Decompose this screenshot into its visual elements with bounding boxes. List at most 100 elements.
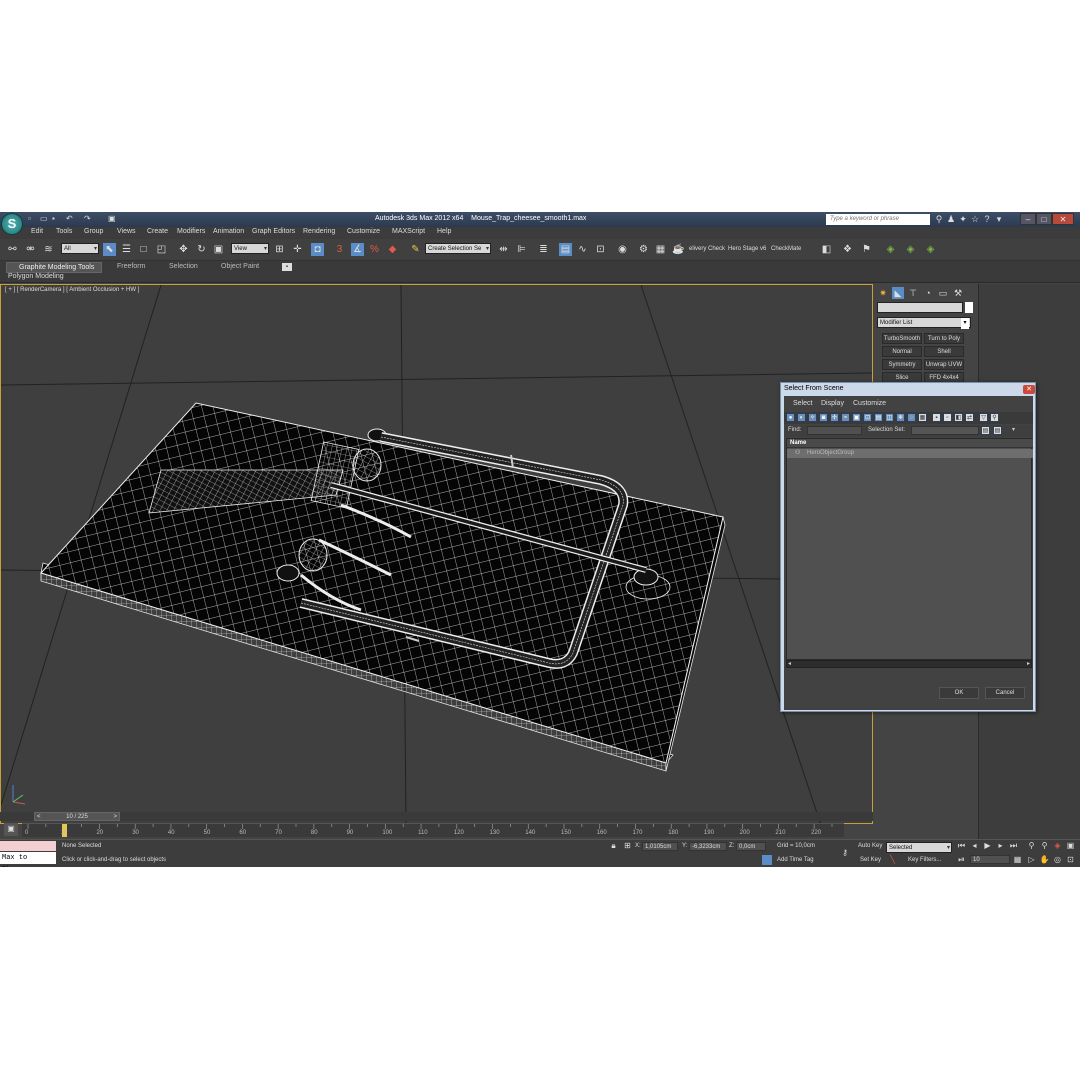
subscription-icon[interactable]: ♟: [946, 214, 956, 224]
sync-selection-icon[interactable]: ⇄: [965, 413, 974, 422]
utilities-tab-icon[interactable]: ⚒: [952, 287, 964, 299]
display-groups-icon[interactable]: ▣: [852, 413, 861, 422]
menu-tools[interactable]: Tools: [56, 228, 72, 235]
tab-graphite-modeling-tools[interactable]: Graphite Modeling Tools: [6, 262, 102, 273]
save-icon[interactable]: ▪: [52, 214, 61, 224]
script-button-4-icon[interactable]: ◈: [884, 243, 897, 256]
selection-lock-icon[interactable]: 🔒︎: [608, 841, 619, 851]
edit-named-selection-icon[interactable]: ✎: [409, 243, 422, 256]
cancel-button[interactable]: Cancel: [985, 687, 1025, 699]
display-hidden-icon[interactable]: ◌: [907, 413, 916, 422]
menu-rendering[interactable]: Rendering: [303, 228, 335, 235]
application-menu-logo-icon[interactable]: S: [1, 213, 23, 235]
menu-customize[interactable]: Customize: [347, 228, 380, 235]
z-coordinate-field[interactable]: 0,0cm: [736, 842, 766, 851]
undo-icon[interactable]: ↶: [66, 214, 75, 224]
script-button-5-icon[interactable]: ◈: [904, 243, 917, 256]
script-button-2-icon[interactable]: ❖: [841, 243, 854, 256]
select-object-icon[interactable]: ⬉: [103, 243, 116, 256]
link-icon[interactable]: ⚯: [6, 243, 19, 256]
previous-frame-icon[interactable]: ◂: [969, 841, 980, 851]
display-helpers-icon[interactable]: ✢: [830, 413, 839, 422]
render-production-icon[interactable]: ☕: [672, 243, 685, 256]
pan-view-icon[interactable]: ✋: [1039, 855, 1050, 865]
display-space-warps-icon[interactable]: ≈: [841, 413, 850, 422]
help-icon[interactable]: ?: [982, 214, 992, 224]
graphite-ribbon-toggle-icon[interactable]: ▤: [559, 243, 572, 256]
modify-tab-icon[interactable]: ◣: [892, 287, 904, 299]
column-header-name[interactable]: Name: [787, 439, 1033, 448]
viewport-label-menu[interactable]: [ + ] [ RenderCamera ] [ Ambient Occlusi…: [5, 287, 139, 293]
select-all-icon[interactable]: ▪: [932, 413, 941, 422]
set-key-icon[interactable]: ╲: [887, 855, 898, 865]
zoom-extents-icon[interactable]: ◈: [1052, 841, 1063, 851]
close-button[interactable]: ✕: [1052, 213, 1074, 225]
spinner-snap-icon[interactable]: ◆: [386, 243, 399, 256]
menu-create[interactable]: Create: [147, 228, 168, 235]
layer-manager-icon[interactable]: ≣: [537, 243, 550, 256]
next-frame-icon[interactable]: ▸: [995, 841, 1006, 851]
material-editor-icon[interactable]: ◉: [616, 243, 629, 256]
key-mode-icon[interactable]: ⏯: [956, 855, 967, 865]
x-coordinate-field[interactable]: 1,0105cm: [642, 842, 678, 851]
menu-views[interactable]: Views: [117, 228, 136, 235]
script-button-6-icon[interactable]: ◈: [924, 243, 937, 256]
select-rotate-icon[interactable]: ↻: [195, 243, 208, 256]
new-file-icon[interactable]: ▫: [28, 214, 37, 224]
select-manipulate-icon[interactable]: ✛: [291, 243, 304, 256]
snaps-toggle-icon[interactable]: 3: [333, 243, 346, 256]
play-icon[interactable]: ▶: [982, 841, 993, 851]
object-name-field[interactable]: [877, 302, 963, 313]
maximize-button[interactable]: □: [1036, 213, 1052, 225]
modifier-symmetry-button[interactable]: Symmetry: [882, 359, 922, 370]
display-shapes-icon[interactable]: ◐: [797, 413, 806, 422]
display-xrefs-icon[interactable]: ⊡: [863, 413, 872, 422]
hero-stage-button[interactable]: Hero Stage v6: [728, 246, 766, 252]
display-cameras-icon[interactable]: ◙: [819, 413, 828, 422]
display-all-icon[interactable]: ▦: [918, 413, 927, 422]
modifier-shell-button[interactable]: Shell: [924, 346, 964, 357]
zoom-all-icon[interactable]: ⚲: [1039, 841, 1050, 851]
perspective-viewport[interactable]: [ + ] [ RenderCamera ] [ Ambient Occlusi…: [0, 284, 873, 824]
open-file-icon[interactable]: ▭: [40, 214, 49, 224]
hierarchy-tab-icon[interactable]: ⊤: [907, 287, 919, 299]
display-bone-icon[interactable]: ▤: [874, 413, 883, 422]
delivery-check-button[interactable]: elivery Check: [689, 246, 725, 252]
add-time-tag-button[interactable]: Add Time Tag: [777, 857, 814, 863]
display-lights-icon[interactable]: ✧: [808, 413, 817, 422]
scroll-left-icon[interactable]: ◂: [788, 660, 791, 667]
menu-edit[interactable]: Edit: [31, 228, 43, 235]
menu-animation[interactable]: Animation: [213, 228, 244, 235]
favorites-icon[interactable]: ☆: [970, 214, 980, 224]
time-slider-prev-icon[interactable]: <: [37, 813, 41, 821]
script-button-1-icon[interactable]: ◧: [820, 243, 833, 256]
scroll-right-icon[interactable]: ▸: [1027, 660, 1030, 667]
communication-icon[interactable]: ✦: [958, 214, 968, 224]
modifier-turn-to-poly-button[interactable]: Turn to Poly: [924, 333, 964, 344]
track-bar[interactable]: [22, 823, 844, 837]
menu-help[interactable]: Help: [437, 228, 451, 235]
select-none-icon[interactable]: ▫: [943, 413, 952, 422]
display-tab-icon[interactable]: ▭: [937, 287, 949, 299]
redo-icon[interactable]: ↷: [84, 214, 93, 224]
selection-filter-dropdown[interactable]: All: [61, 243, 99, 255]
bind-space-warp-icon[interactable]: ≋: [42, 243, 55, 256]
find-input[interactable]: [807, 426, 862, 435]
track-bar-toggle-icon[interactable]: ▣: [4, 823, 18, 836]
ok-button[interactable]: OK: [939, 687, 979, 699]
keyboard-shortcut-override-icon[interactable]: ◘: [311, 243, 324, 256]
menu-graph-editors[interactable]: Graph Editors: [252, 228, 295, 235]
field-of-view-icon[interactable]: ▷: [1026, 855, 1037, 865]
ribbon-panel-polygon-modeling[interactable]: Polygon Modeling: [8, 273, 64, 280]
key-filters-button[interactable]: Key Filters...: [908, 857, 941, 863]
object-color-swatch[interactable]: [965, 302, 973, 313]
dialog-menu-display[interactable]: Display: [821, 400, 844, 407]
list-item[interactable]: ⚇ HeroObjectGroup: [787, 449, 1033, 458]
go-to-start-icon[interactable]: ⏮: [956, 841, 967, 851]
pivot-center-icon[interactable]: ⊞: [273, 243, 286, 256]
align-icon[interactable]: ⊫: [515, 243, 528, 256]
rendered-frame-window-icon[interactable]: ▦: [654, 243, 667, 256]
ribbon-options-icon[interactable]: ▪: [282, 263, 292, 271]
help-search-input[interactable]: Type a keyword or phrase: [826, 214, 930, 225]
maxscript-mini-listener[interactable]: Max to Physc.: [0, 852, 56, 867]
